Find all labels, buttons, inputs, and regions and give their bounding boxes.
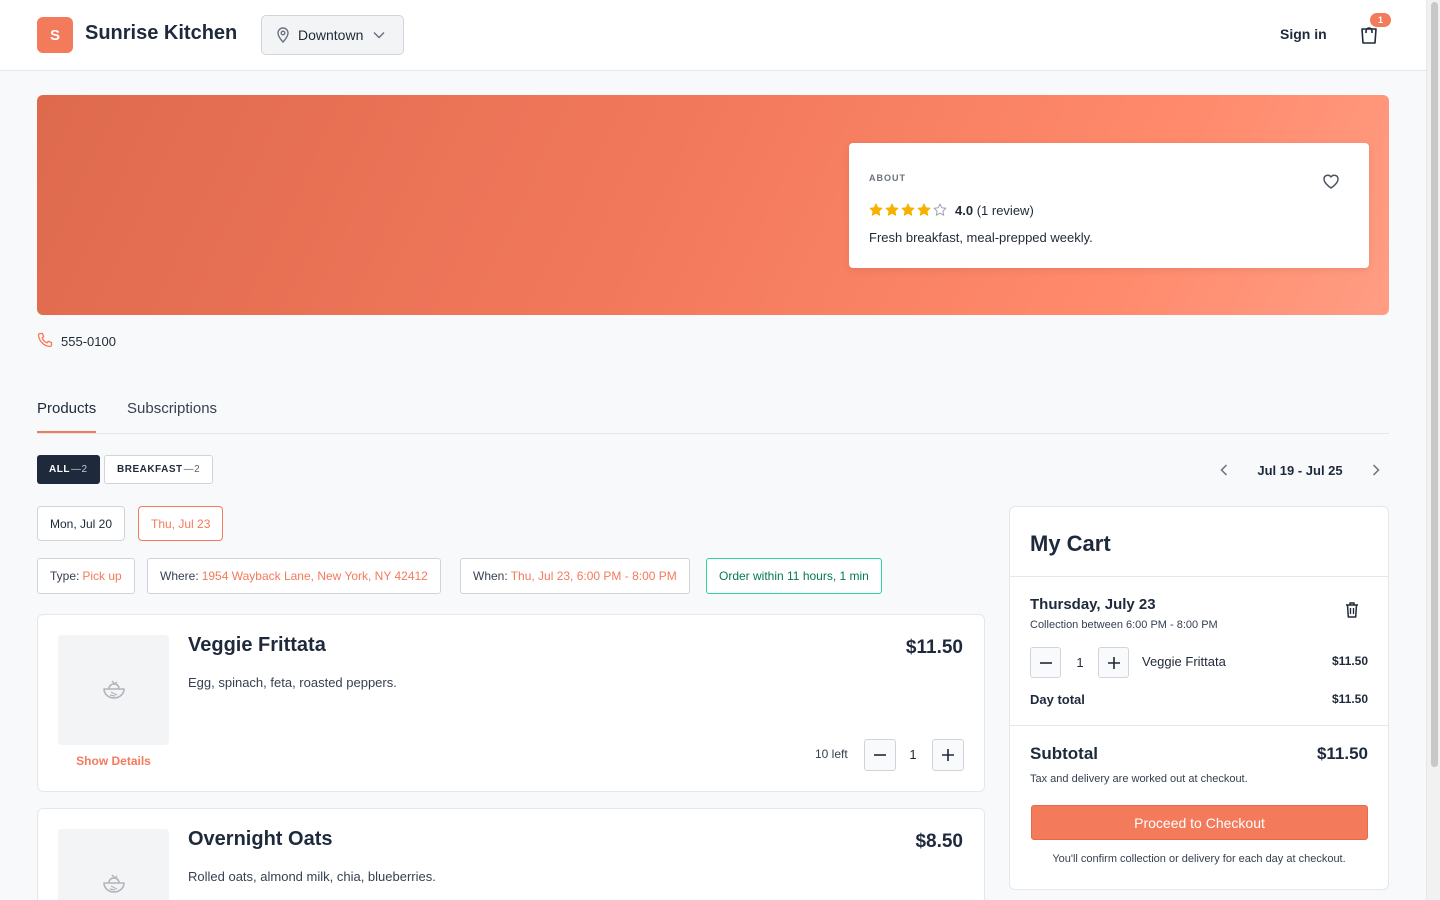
star-filled-icon bbox=[885, 203, 899, 216]
cart-item-quantity: 1 bbox=[1076, 655, 1084, 670]
cart-title: My Cart bbox=[1030, 531, 1111, 556]
chevron-left-icon[interactable] bbox=[1220, 464, 1228, 476]
star-filled-icon bbox=[901, 203, 915, 216]
info-type: Type: Pick up bbox=[37, 558, 135, 594]
subtotal-label: Subtotal bbox=[1030, 744, 1098, 763]
info-when: When: Thu, Jul 23, 6:00 PM - 8:00 PM bbox=[460, 558, 690, 594]
phone-row: 555-0100 bbox=[37, 332, 116, 351]
rating-stars bbox=[869, 203, 947, 217]
page-scrollbar[interactable] bbox=[1426, 0, 1440, 900]
chevron-right-icon[interactable] bbox=[1372, 464, 1380, 476]
cart-item-price: $11.50 bbox=[1331, 654, 1368, 668]
rating-count: (1 review) bbox=[976, 203, 1034, 218]
product-description: Egg, spinach, feta, roasted peppers. bbox=[188, 675, 397, 690]
cart-count-badge: 1 bbox=[1370, 13, 1391, 27]
logo-badge[interactable]: S bbox=[37, 17, 73, 53]
order-deadline-badge: Order within 11 hours, 1 min bbox=[706, 558, 882, 594]
info-where-label: Where: bbox=[160, 569, 199, 583]
info-where: Where: 1954 Wayback Lane, New York, NY 42… bbox=[147, 558, 441, 594]
about-card: ABOUT 4.0 (1 review) Fresh breakfast, me… bbox=[849, 143, 1369, 268]
category-label: BREAKFAST bbox=[117, 464, 183, 475]
cart-collection-window: Collection between 6:00 PM - 8:00 PM bbox=[1030, 619, 1218, 631]
about-description: Fresh breakfast, meal-prepped weekly. bbox=[869, 230, 1093, 245]
star-empty-icon bbox=[933, 203, 947, 216]
product-price: $8.50 bbox=[915, 831, 963, 852]
info-where-value: 1954 Wayback Lane, New York, NY 42412 bbox=[201, 569, 428, 583]
rating-text: 4.0 (1 review) bbox=[955, 203, 1034, 218]
bowl-icon bbox=[102, 680, 125, 699]
info-type-value: Pick up bbox=[82, 569, 122, 583]
category-chip-breakfast[interactable]: BREAKFAST —2 bbox=[104, 455, 214, 484]
product-image[interactable] bbox=[58, 635, 169, 745]
info-when-label: When: bbox=[473, 569, 508, 583]
cart-decrement-button[interactable] bbox=[1030, 647, 1061, 678]
plus-icon bbox=[1107, 656, 1120, 669]
show-details-link[interactable]: Show Details bbox=[58, 754, 169, 768]
star-filled-icon bbox=[917, 203, 931, 216]
product-price: $11.50 bbox=[905, 637, 963, 658]
map-pin-icon bbox=[276, 27, 290, 43]
product-image[interactable] bbox=[58, 829, 169, 900]
quantity-value: 1 bbox=[909, 747, 917, 762]
product-name[interactable]: Overnight Oats bbox=[188, 828, 332, 851]
product-card: Overnight Oats Rolled oats, almond milk,… bbox=[37, 808, 985, 900]
week-navigator: Jul 19 - Jul 25 bbox=[1220, 460, 1380, 480]
info-type-label: Type: bbox=[50, 569, 80, 583]
cart-increment-button[interactable] bbox=[1098, 647, 1129, 678]
category-count: —2 bbox=[183, 464, 201, 475]
day-button-thu[interactable]: Thu, Jul 23 bbox=[138, 506, 224, 541]
bowl-icon bbox=[102, 874, 125, 893]
sign-in-link[interactable]: Sign in bbox=[1280, 26, 1327, 42]
stock-left: 10 left bbox=[815, 747, 848, 761]
tab-products[interactable]: Products bbox=[37, 400, 97, 433]
phone-icon bbox=[37, 332, 61, 351]
scrollbar-thumb[interactable] bbox=[1431, 2, 1438, 767]
day-total-label: Day total bbox=[1030, 692, 1085, 707]
trash-icon[interactable] bbox=[1344, 601, 1360, 624]
week-range: Jul 19 - Jul 25 bbox=[1257, 462, 1343, 478]
day-button-mon[interactable]: Mon, Jul 20 bbox=[37, 506, 126, 541]
cart-panel: My Cart Thursday, July 23 Collection bet… bbox=[1009, 506, 1389, 890]
shopping-bag-icon[interactable] bbox=[1358, 24, 1380, 46]
about-label: ABOUT bbox=[869, 173, 906, 183]
checkout-note: You'll confirm collection or delivery fo… bbox=[1052, 853, 1346, 865]
increment-button[interactable] bbox=[932, 739, 964, 771]
tax-note: Tax and delivery are worked out at check… bbox=[1030, 773, 1248, 785]
heart-icon[interactable] bbox=[1321, 171, 1341, 191]
star-filled-icon bbox=[869, 203, 883, 216]
minus-icon bbox=[874, 754, 886, 756]
brand-name[interactable]: Sunrise Kitchen bbox=[85, 22, 237, 45]
product-card: Show Details Veggie Frittata Egg, spinac… bbox=[37, 614, 985, 792]
rating-value: 4.0 bbox=[955, 203, 974, 218]
cart-day-heading: Thursday, July 23 bbox=[1030, 596, 1156, 613]
top-header: S Sunrise Kitchen Downtown Sign in 1 bbox=[0, 0, 1426, 71]
chevron-down-icon bbox=[373, 31, 385, 39]
tab-bar: Products Subscriptions bbox=[37, 394, 1389, 434]
category-count: —2 bbox=[70, 464, 88, 475]
phone-number[interactable]: 555-0100 bbox=[61, 334, 116, 349]
location-label: Downtown bbox=[298, 27, 364, 43]
product-description: Rolled oats, almond milk, chia, blueberr… bbox=[188, 869, 436, 884]
checkout-button[interactable]: Proceed to Checkout bbox=[1031, 805, 1368, 840]
category-chip-all[interactable]: ALL —2 bbox=[37, 455, 100, 484]
decrement-button[interactable] bbox=[864, 739, 896, 771]
divider bbox=[1010, 576, 1388, 577]
subtotal-value: $11.50 bbox=[1316, 744, 1368, 763]
cart-item-name: Veggie Frittata bbox=[1142, 654, 1226, 669]
day-total-value: $11.50 bbox=[1331, 692, 1368, 706]
info-when-value: Thu, Jul 23, 6:00 PM - 8:00 PM bbox=[510, 569, 677, 583]
plus-icon bbox=[942, 749, 954, 761]
product-name[interactable]: Veggie Frittata bbox=[188, 634, 326, 657]
minus-icon bbox=[1039, 661, 1052, 664]
location-select[interactable]: Downtown bbox=[261, 15, 404, 55]
divider bbox=[1010, 725, 1388, 726]
category-label: ALL bbox=[49, 464, 70, 475]
tab-subscriptions[interactable]: Subscriptions bbox=[127, 400, 217, 431]
